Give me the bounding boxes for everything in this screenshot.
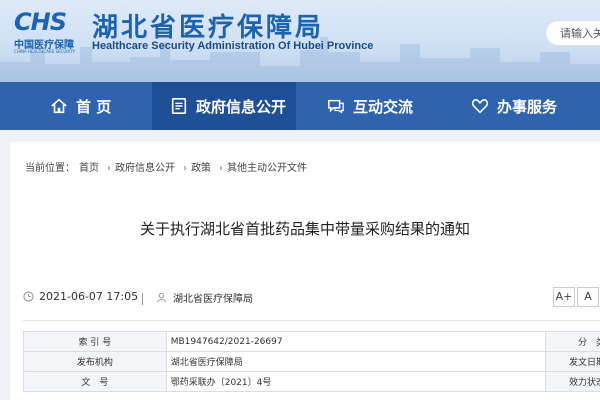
breadcrumb-item[interactable]: 首页 xyxy=(79,163,99,174)
publish-date-text: 2021-06-07 17:05 xyxy=(39,290,139,303)
table-value: 鄂药采联办〔2021〕4号 xyxy=(165,371,547,392)
table-row: 索 引 号 MB1947642/2021-26697 分 类 xyxy=(23,331,600,352)
publish-date: 2021-06-07 17:05 xyxy=(23,290,138,303)
breadcrumb-item[interactable]: 其他主动公开文件 xyxy=(227,163,307,174)
logo-en-text: CHINA HEALTHCARE SECURITY xyxy=(14,49,76,54)
heart-icon xyxy=(471,98,489,114)
logo-mark: CHS xyxy=(14,8,67,36)
user-icon xyxy=(156,292,167,303)
table-value: MB1947642/2021-26697 xyxy=(165,331,547,352)
nav-label-interaction: 互动交流 xyxy=(353,97,414,116)
nav-label-gov-info: 政府信息公开 xyxy=(196,97,287,116)
article-source: 湖北省医疗保障局 xyxy=(156,290,253,305)
table-label: 文 号 xyxy=(23,371,167,392)
nav-item-home[interactable]: 首 页 xyxy=(50,82,111,130)
meta-divider xyxy=(142,293,143,305)
site-title: 湖北省医疗保障局 xyxy=(92,13,325,43)
table-label: 发布机构 xyxy=(23,351,167,372)
site-logo[interactable]: CHS 中国医疗保障 CHINA HEALTHCARE SECURITY xyxy=(14,8,84,54)
site-header: CHS 中国医疗保障 CHINA HEALTHCARE SECURITY 湖北省… xyxy=(0,0,600,82)
site-subtitle: Healthcare Security Administration Of Hu… xyxy=(92,40,374,52)
table-row: 发布机构 湖北省医疗保障局 发文日期 xyxy=(23,351,600,372)
nav-item-interaction[interactable]: 互动交流 xyxy=(327,82,413,130)
document-icon xyxy=(171,97,187,115)
article-source-text: 湖北省医疗保障局 xyxy=(173,294,253,305)
breadcrumb-prefix: 当前位置： xyxy=(25,163,75,174)
table-row: 文 号 鄂药采联办〔2021〕4号 效力状态 xyxy=(23,371,600,392)
main-nav: 首 页 政府信息公开 互动交流 办事服务 xyxy=(0,82,600,130)
table-label: 索 引 号 xyxy=(23,331,167,352)
nav-item-gov-info[interactable]: 政府信息公开 xyxy=(152,82,296,130)
chat-icon xyxy=(328,99,344,114)
clock-icon xyxy=(23,291,34,302)
table-value: 湖北省医疗保障局 xyxy=(165,351,547,372)
breadcrumb: 当前位置： 首页 › 政府信息公开 › 政策 › 其他主动公开文件 xyxy=(25,163,307,174)
article-meta: 2021-06-07 17:05 湖北省医疗保障局 A+ A xyxy=(23,287,600,308)
table-label: 分 类 xyxy=(545,331,600,352)
search-input[interactable]: 请输入关键 xyxy=(545,20,600,46)
document-info-table: 索 引 号 MB1947642/2021-26697 分 类 发布机构 湖北省医… xyxy=(23,331,600,392)
home-icon xyxy=(51,98,67,114)
nav-item-services[interactable]: 办事服务 xyxy=(471,82,557,130)
breadcrumb-item[interactable]: 政府信息公开 xyxy=(115,163,175,174)
nav-label-services: 办事服务 xyxy=(497,97,558,116)
article-card: 当前位置： 首页 › 政府信息公开 › 政策 › 其他主动公开文件 关于执行湖北省首批药品集中… xyxy=(10,142,600,400)
table-label: 效力状态 xyxy=(545,371,600,392)
font-size-increase-button[interactable]: A+ xyxy=(553,287,575,307)
table-label: 发文日期 xyxy=(545,351,600,372)
font-size-normal-button[interactable]: A xyxy=(577,287,599,307)
breadcrumb-item[interactable]: 政策 xyxy=(191,163,211,174)
divider xyxy=(23,320,600,321)
nav-label-home: 首 页 xyxy=(76,97,112,116)
article-title: 关于执行湖北省首批药品集中带量采购结果的通知 xyxy=(139,220,470,238)
